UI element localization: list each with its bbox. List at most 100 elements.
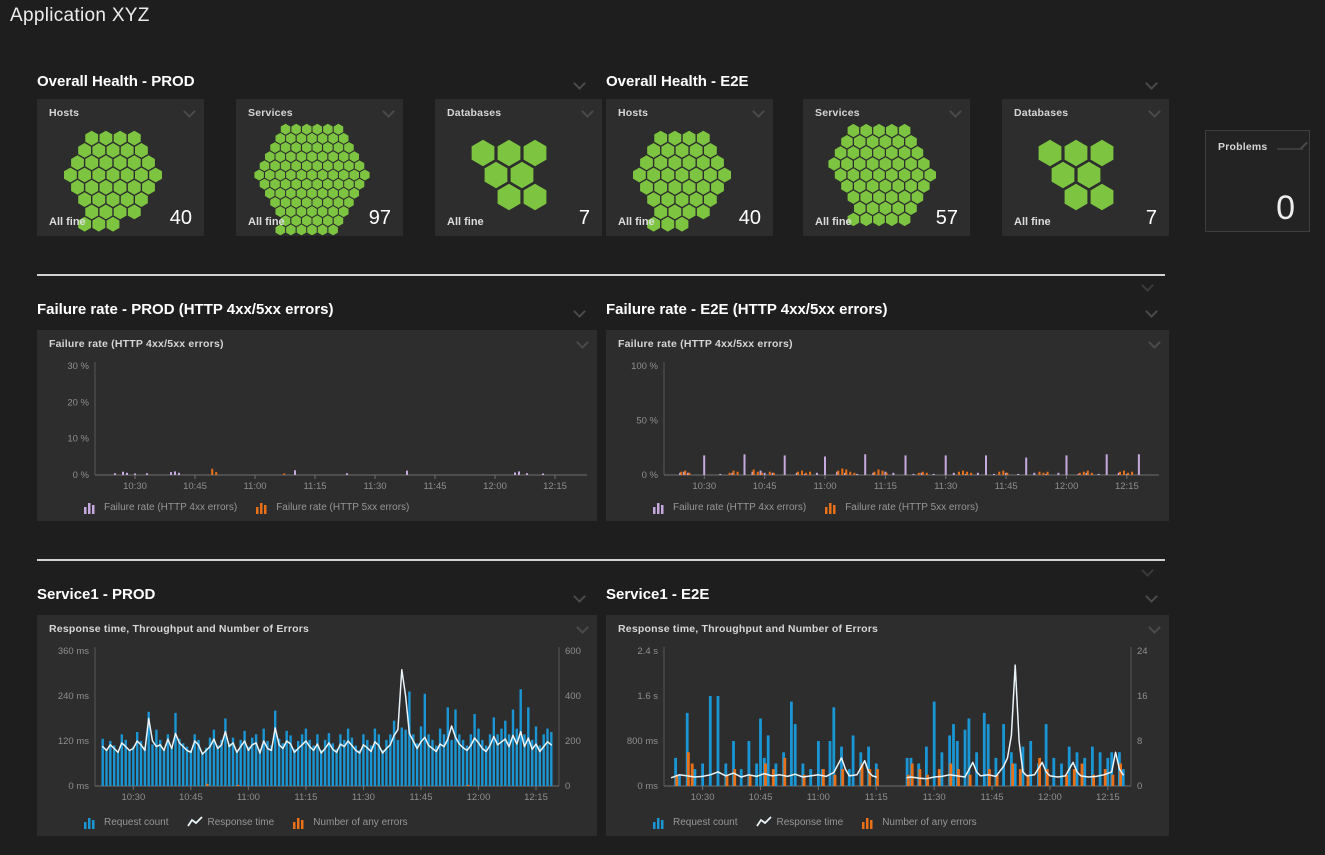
- chevron-down-icon[interactable]: [1145, 590, 1158, 603]
- svg-text:1.6 s: 1.6 s: [637, 691, 658, 702]
- health-tile-hosts-e2e[interactable]: Hosts All fine40: [606, 99, 773, 236]
- legend-item[interactable]: Number of any errors: [292, 816, 407, 829]
- chevron-down-icon[interactable]: [752, 105, 765, 118]
- svg-text:100 %: 100 %: [631, 361, 658, 372]
- chevron-down-icon[interactable]: [1141, 279, 1154, 292]
- bar-series-icon: [83, 816, 99, 829]
- svg-text:12:15: 12:15: [1115, 481, 1139, 492]
- svg-text:10 %: 10 %: [67, 434, 89, 445]
- svg-text:11:00: 11:00: [807, 792, 830, 803]
- chevron-down-icon[interactable]: [949, 105, 962, 118]
- svg-text:12:00: 12:00: [483, 481, 507, 492]
- bar-series-icon: [292, 816, 308, 829]
- bar-series-icon: [861, 816, 877, 829]
- svg-text:11:15: 11:15: [865, 792, 888, 803]
- chevron-down-icon[interactable]: [1145, 305, 1158, 318]
- chevron-down-icon[interactable]: [576, 621, 589, 634]
- chart-legend: Failure rate (HTTP 4xx errors) Failure ra…: [83, 501, 409, 514]
- tile-label: Problems: [1218, 141, 1267, 153]
- svg-text:800 ms: 800 ms: [627, 736, 658, 747]
- legend-item[interactable]: Request count: [652, 816, 738, 829]
- chevron-down-icon[interactable]: [573, 77, 586, 90]
- svg-text:600: 600: [565, 646, 581, 657]
- health-tile-hosts-prod[interactable]: Hosts All fine40: [37, 99, 204, 236]
- entity-count: 40: [739, 208, 761, 228]
- legend-label: Number of any errors: [882, 817, 976, 828]
- failure-rate-chart-prod: 0 %10 %20 %30 %10:3010:4511:0011:1511:30…: [39, 354, 595, 493]
- section-divider: [37, 559, 1165, 561]
- entity-count: 7: [1146, 208, 1157, 228]
- bar-series-icon: [652, 816, 668, 829]
- legend-label: Failure rate (HTTP 4xx errors): [673, 502, 806, 513]
- legend-item[interactable]: Failure rate (HTTP 5xx errors): [255, 501, 409, 514]
- status-badge: All fine: [618, 216, 655, 228]
- svg-text:12:15: 12:15: [524, 792, 548, 803]
- chart-legend: Request count Response time Number of any …: [83, 816, 408, 829]
- svg-text:0: 0: [565, 781, 570, 792]
- svg-text:10:45: 10:45: [179, 792, 203, 803]
- svg-text:12:15: 12:15: [543, 481, 567, 492]
- section-header-service1-e2e: Service1 - E2E: [606, 586, 709, 603]
- chart-tile-service1-e2e[interactable]: Response time, Throughput and Number of …: [606, 615, 1169, 836]
- svg-text:11:30: 11:30: [923, 792, 946, 803]
- bar-series-icon: [83, 501, 99, 514]
- section-header-failure-e2e: Failure rate - E2E (HTTP 4xx/5xx errors): [606, 301, 888, 318]
- svg-text:2.4 s: 2.4 s: [637, 646, 658, 657]
- problems-tile[interactable]: Problems 0: [1205, 130, 1310, 232]
- legend-item[interactable]: Request count: [83, 816, 169, 829]
- bar-series-icon: [255, 501, 271, 514]
- svg-text:240 ms: 240 ms: [58, 691, 89, 702]
- legend-item[interactable]: Failure rate (HTTP 4xx errors): [83, 501, 237, 514]
- service-chart-e2e: 0 ms800 ms1.6 s2.4 s08162410:3010:4511:0…: [608, 639, 1167, 804]
- chevron-down-icon[interactable]: [382, 105, 395, 118]
- svg-text:11:15: 11:15: [874, 481, 897, 492]
- svg-text:16: 16: [1137, 691, 1148, 702]
- svg-text:11:15: 11:15: [303, 481, 326, 492]
- entity-count: 7: [579, 208, 590, 228]
- tile-label: Services: [815, 107, 860, 119]
- chevron-down-icon[interactable]: [1148, 621, 1161, 634]
- failure-rate-chart-e2e: 0 %50 %100 %10:3010:4511:0011:1511:3011:…: [608, 354, 1167, 493]
- entity-count: 57: [936, 208, 958, 228]
- legend-item[interactable]: Failure rate (HTTP 4xx errors): [652, 501, 806, 514]
- chevron-down-icon[interactable]: [1148, 336, 1161, 349]
- chart-tile-failure-e2e[interactable]: Failure rate (HTTP 4xx/5xx errors) 0 %50…: [606, 330, 1169, 521]
- svg-text:10:45: 10:45: [183, 481, 207, 492]
- legend-item[interactable]: Response time: [756, 816, 844, 829]
- chart-tile-service1-prod[interactable]: Response time, Throughput and Number of …: [37, 615, 597, 836]
- tile-label: Databases: [1014, 107, 1068, 119]
- status-badge: All fine: [447, 216, 484, 228]
- section-header-failure-prod: Failure rate - PROD (HTTP 4xx/5xx errors…: [37, 301, 334, 318]
- health-tile-services-e2e[interactable]: Services All fine57: [803, 99, 970, 236]
- line-series-icon: [187, 816, 203, 829]
- svg-text:50 %: 50 %: [636, 416, 658, 427]
- svg-text:11:00: 11:00: [243, 481, 266, 492]
- legend-item[interactable]: Response time: [187, 816, 275, 829]
- chevron-down-icon[interactable]: [576, 336, 589, 349]
- health-tile-databases-e2e[interactable]: Databases All fine 7: [1002, 99, 1169, 236]
- svg-text:11:45: 11:45: [423, 481, 446, 492]
- chevron-down-icon[interactable]: [183, 105, 196, 118]
- health-tile-databases-prod[interactable]: Databases All fine7: [435, 99, 602, 236]
- legend-item[interactable]: Failure rate (HTTP 5xx errors): [824, 501, 978, 514]
- chart-canvas: 0 %50 %100 %10:3010:4511:0011:1511:3011:…: [608, 354, 1167, 493]
- chevron-down-icon[interactable]: [573, 305, 586, 318]
- legend-label: Response time: [777, 817, 844, 828]
- svg-text:400: 400: [565, 691, 581, 702]
- chevron-down-icon[interactable]: [1145, 77, 1158, 90]
- health-tile-services-prod[interactable]: Services All fine97: [236, 99, 403, 236]
- legend-label: Number of any errors: [313, 817, 407, 828]
- status-badge: All fine: [1014, 216, 1051, 228]
- legend-item[interactable]: Number of any errors: [861, 816, 976, 829]
- line-series-icon: [756, 816, 772, 829]
- svg-text:10:45: 10:45: [753, 481, 777, 492]
- legend-label: Failure rate (HTTP 4xx errors): [104, 502, 237, 513]
- chevron-down-icon[interactable]: [1141, 564, 1154, 577]
- svg-text:11:30: 11:30: [352, 792, 375, 803]
- svg-text:12:00: 12:00: [1038, 792, 1062, 803]
- chevron-down-icon[interactable]: [573, 590, 586, 603]
- chevron-down-icon[interactable]: [581, 105, 594, 118]
- chevron-down-icon[interactable]: [1148, 105, 1161, 118]
- legend-label: Request count: [104, 817, 169, 828]
- chart-tile-failure-prod[interactable]: Failure rate (HTTP 4xx/5xx errors) 0 %10…: [37, 330, 597, 521]
